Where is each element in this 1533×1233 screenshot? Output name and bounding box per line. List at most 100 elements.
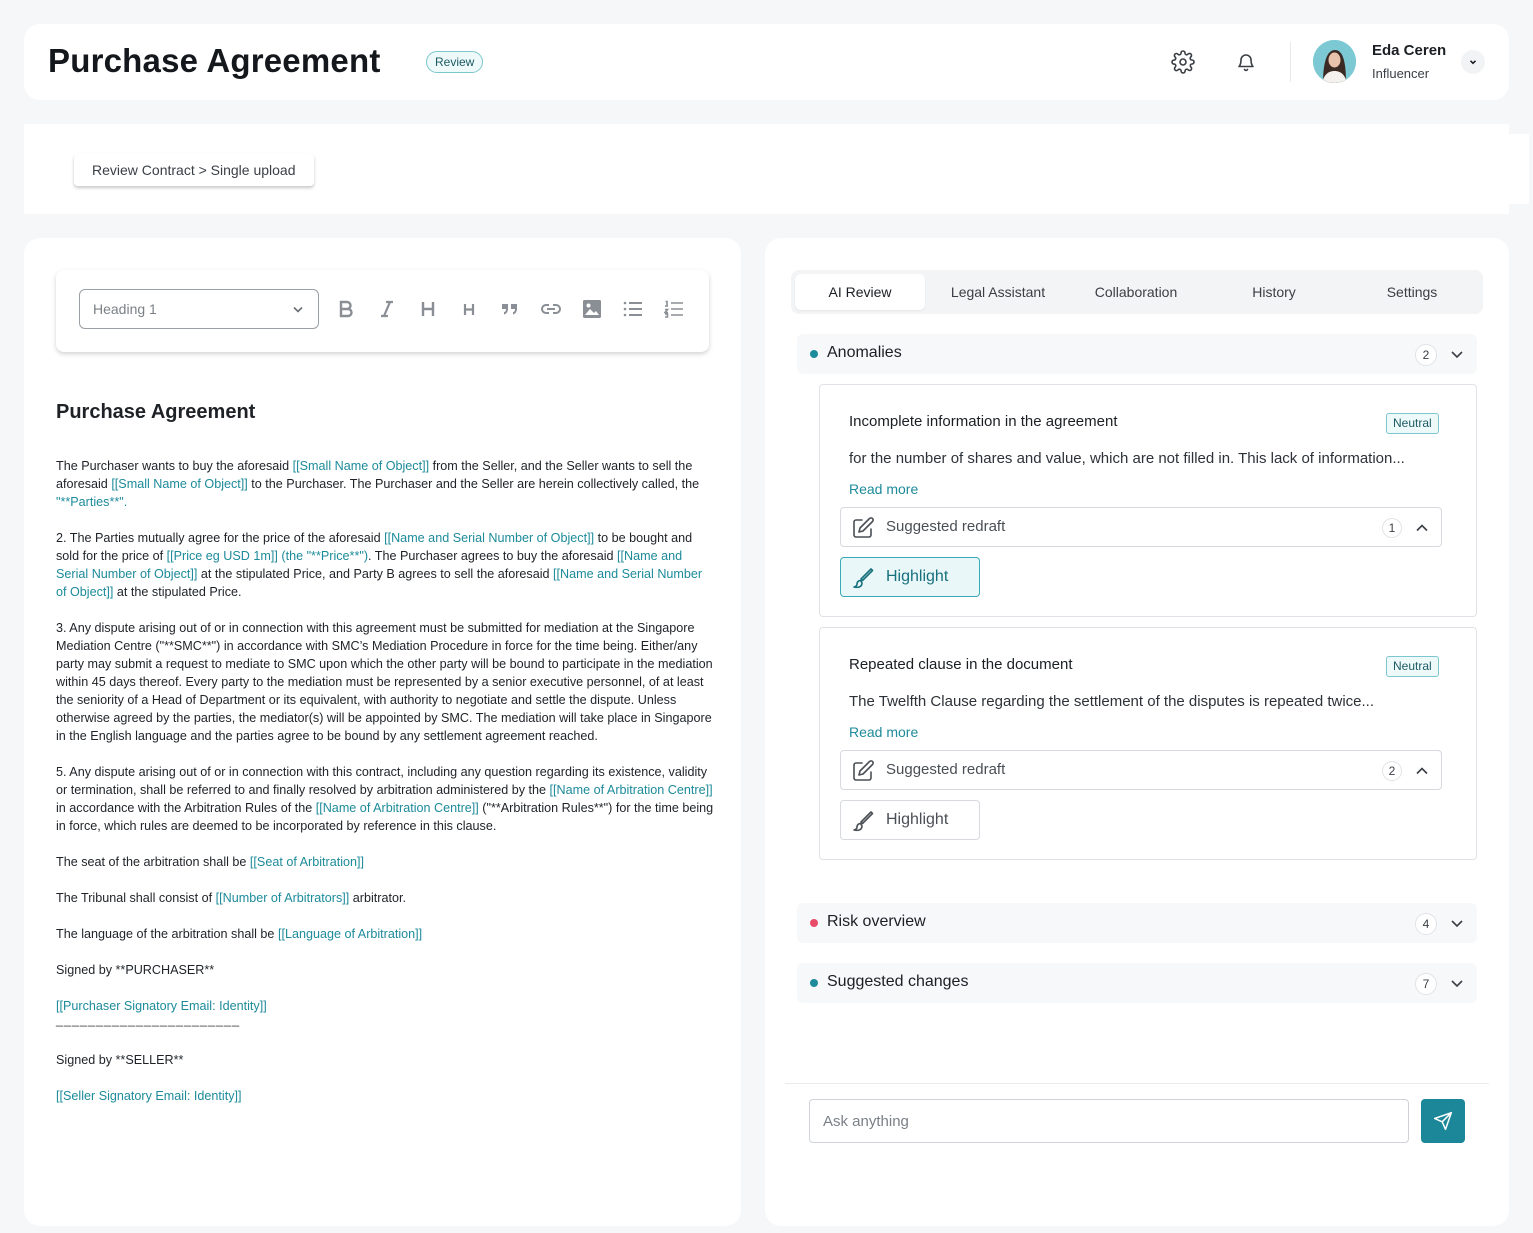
link-icon[interactable]: [538, 296, 564, 322]
paragraph-tribunal: The Tribunal shall consist of [[Number o…: [56, 891, 406, 905]
read-more-link[interactable]: Read more: [849, 724, 918, 740]
highlight-label: Highlight: [886, 811, 949, 828]
highlight-label: Highlight: [886, 568, 949, 585]
seller-email-placeholder[interactable]: [[Seller Signatory Email: Identity]]: [56, 1087, 716, 1105]
brush-icon: [853, 568, 874, 589]
chevron-down-icon: [1451, 920, 1463, 928]
placeholder-field[interactable]: [[Price eg USD 1m]] (the "**Price**"): [167, 549, 368, 563]
breadcrumb-bar: Review Contract > Single upload: [24, 124, 1509, 214]
editor-toolbar: Heading 1: [56, 270, 709, 352]
page-title: Purchase Agreement: [48, 42, 381, 79]
chat-divider: [785, 1083, 1489, 1084]
section-count: 2: [1415, 344, 1437, 366]
status-badge: Review: [426, 51, 484, 73]
highlight-button[interactable]: Highlight: [840, 800, 980, 840]
tab-ai-review[interactable]: AI Review: [795, 274, 925, 310]
status-dot: [810, 350, 818, 358]
heading-select[interactable]: Heading 1: [79, 289, 319, 329]
section-label: Anomalies: [827, 344, 902, 361]
bold-icon[interactable]: [333, 296, 359, 322]
paragraph-price: 2. The Parties mutually agree for the pr…: [56, 531, 703, 599]
anomaly-card: Repeated clause in the document Neutral …: [819, 627, 1477, 860]
user-role: Influencer: [1372, 66, 1430, 81]
bell-icon[interactable]: [1234, 50, 1258, 74]
placeholder-field[interactable]: [[Name of Arbitration Centre]]: [550, 783, 713, 797]
review-panel: AI Review Legal Assistant Collaboration …: [765, 238, 1509, 1226]
numbered-list-icon[interactable]: [661, 296, 687, 322]
breadcrumb-bar-edge: [1509, 134, 1529, 204]
tab-history[interactable]: History: [1209, 274, 1339, 310]
chevron-down-icon: [1451, 351, 1463, 359]
severity-badge: Neutral: [1386, 413, 1439, 434]
signature-line: _______________________: [56, 1013, 241, 1027]
quote-icon[interactable]: [497, 296, 523, 322]
document-body[interactable]: Purchase Agreement The Purchaser wants t…: [56, 398, 716, 1105]
status-dot: [810, 919, 818, 927]
paragraph-mediation: 3. Any dispute arising out of or in conn…: [56, 621, 713, 743]
italic-icon[interactable]: [374, 296, 400, 322]
section-label: Risk overview: [827, 913, 926, 930]
edit-icon: [853, 760, 874, 781]
header-divider: [1290, 42, 1291, 82]
highlight-button[interactable]: Highlight: [840, 557, 980, 597]
read-more-link[interactable]: Read more: [849, 481, 918, 497]
brush-icon: [853, 811, 874, 832]
heading-small-icon[interactable]: [456, 296, 482, 322]
placeholder-field[interactable]: "**Parties**".: [56, 495, 127, 509]
chevron-up-icon: [1416, 767, 1428, 775]
paragraph-arbitration: 5. Any dispute arising out of or in conn…: [56, 765, 714, 833]
section-count: 7: [1415, 973, 1437, 995]
document-title: Purchase Agreement: [56, 401, 256, 423]
chat-input[interactable]: [809, 1099, 1409, 1143]
suggested-redraft-toggle[interactable]: Suggested redraft 2: [840, 750, 1442, 790]
user-name: Eda Ceren: [1372, 42, 1447, 59]
send-button[interactable]: [1421, 1099, 1465, 1143]
heading-large-icon[interactable]: [415, 296, 441, 322]
edit-icon: [853, 517, 874, 538]
app-header: Purchase Agreement Review Eda Ceren Infl…: [24, 24, 1509, 100]
placeholder-field[interactable]: [[Name of Arbitration Centre]]: [316, 801, 479, 815]
redraft-label: Suggested redraft: [886, 518, 1006, 535]
section-suggested-changes[interactable]: Suggested changes 7: [797, 963, 1477, 1003]
document-editor: Heading 1 Purchase Agreement The Purchas…: [24, 238, 741, 1226]
section-anomalies[interactable]: Anomalies 2: [797, 334, 1477, 374]
heading-select-value: Heading 1: [93, 301, 157, 317]
breadcrumb[interactable]: Review Contract > Single upload: [74, 154, 314, 186]
placeholder-field[interactable]: [[Small Name of Object]]: [293, 459, 429, 473]
suggested-redraft-toggle[interactable]: Suggested redraft 1: [840, 507, 1442, 547]
paragraph-seat: The seat of the arbitration shall be [[S…: [56, 855, 365, 869]
placeholder-field[interactable]: [[Small Name of Object]]: [111, 477, 247, 491]
chevron-down-icon: [293, 306, 303, 313]
signed-seller: Signed by **SELLER**: [56, 1053, 184, 1067]
section-label: Suggested changes: [827, 973, 969, 990]
image-icon[interactable]: [579, 296, 605, 322]
tab-settings[interactable]: Settings: [1347, 274, 1477, 310]
send-icon: [1433, 1111, 1453, 1131]
anomaly-title: Repeated clause in the document: [849, 656, 1073, 673]
chevron-up-icon: [1416, 524, 1428, 532]
anomaly-description: The Twelfth Clause regarding the settlem…: [849, 693, 1375, 710]
tab-legal-assistant[interactable]: Legal Assistant: [933, 274, 1063, 310]
avatar[interactable]: [1313, 40, 1356, 83]
redraft-count: 2: [1382, 761, 1402, 781]
section-risk-overview[interactable]: Risk overview 4: [797, 903, 1477, 943]
placeholder-field[interactable]: [[Language of Arbitration]]: [278, 927, 422, 941]
status-dot: [810, 979, 818, 987]
bullet-list-icon[interactable]: [620, 296, 646, 322]
chevron-down-icon: [1469, 60, 1477, 65]
review-tabs: AI Review Legal Assistant Collaboration …: [791, 270, 1483, 314]
redraft-count: 1: [1382, 518, 1402, 538]
placeholder-field[interactable]: [[Name and Serial Number of Object]]: [384, 531, 594, 545]
tab-collaboration[interactable]: Collaboration: [1071, 274, 1201, 310]
placeholder-field[interactable]: [[Number of Arbitrators]]: [216, 891, 350, 905]
redraft-label: Suggested redraft: [886, 761, 1006, 778]
placeholder-field[interactable]: [[Seat of Arbitration]]: [250, 855, 364, 869]
chevron-down-icon: [1451, 980, 1463, 988]
anomaly-title: Incomplete information in the agreement: [849, 413, 1118, 430]
paragraph-parties: The Purchaser wants to buy the aforesaid…: [56, 459, 700, 509]
section-count: 4: [1415, 913, 1437, 935]
paragraph-language: The language of the arbitration shall be…: [56, 927, 423, 941]
gear-icon[interactable]: [1171, 50, 1195, 74]
signed-purchaser: Signed by **PURCHASER**: [56, 963, 215, 977]
user-menu-button[interactable]: [1461, 50, 1485, 74]
